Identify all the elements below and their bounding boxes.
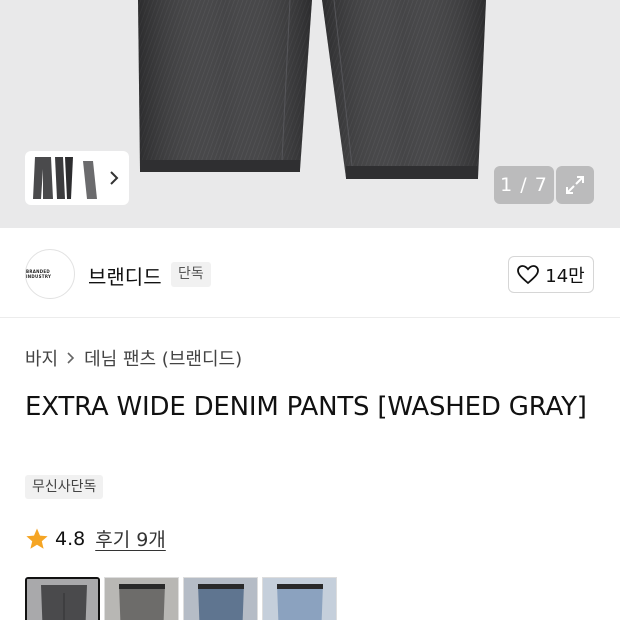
expand-icon[interactable]	[556, 166, 594, 204]
brand-logo-text: BRANDED INDUSTRY	[26, 269, 52, 279]
variant-thumb-washed-gray[interactable]	[25, 577, 100, 620]
rating-row: 4.8 후기 9개	[25, 525, 166, 552]
thumbnail-strip[interactable]	[25, 151, 129, 205]
exclusive-tag: 단독	[171, 262, 211, 287]
variant-thumb-vintage-gray[interactable]	[104, 577, 179, 620]
chevron-right-icon[interactable]	[107, 168, 121, 188]
brand-logo[interactable]: BRANDED INDUSTRY	[25, 249, 75, 299]
thumbnail-image	[33, 157, 97, 199]
color-variants	[25, 577, 337, 620]
chevron-right-icon	[67, 352, 75, 364]
like-button[interactable]: 14만	[508, 256, 594, 293]
brand-row: BRANDED INDUSTRY 브랜디드 단독 14만	[0, 232, 620, 318]
breadcrumb: 바지 데님 팬츠 (브랜디드)	[25, 345, 242, 371]
breadcrumb-category[interactable]: 바지	[25, 345, 58, 371]
rating-score: 4.8	[55, 527, 86, 550]
like-count: 14만	[545, 265, 585, 287]
star-icon	[26, 528, 48, 549]
variant-thumb-light-blue[interactable]	[262, 577, 337, 620]
image-counter: 1 / 7	[494, 166, 554, 204]
product-title: EXTRA WIDE DENIM PANTS [WASHED GRAY]	[25, 392, 587, 422]
musinsa-exclusive-badge: 무신사단독	[25, 475, 104, 499]
variant-thumb-mid-blue[interactable]	[183, 577, 258, 620]
reviews-link[interactable]: 후기 9개	[95, 525, 166, 552]
breadcrumb-subcategory[interactable]: 데님 팬츠 (브랜디드)	[84, 345, 242, 371]
product-image-gallery[interactable]: 1 / 7	[0, 0, 620, 228]
heart-icon	[517, 264, 540, 284]
brand-name[interactable]: 브랜디드	[88, 261, 162, 290]
